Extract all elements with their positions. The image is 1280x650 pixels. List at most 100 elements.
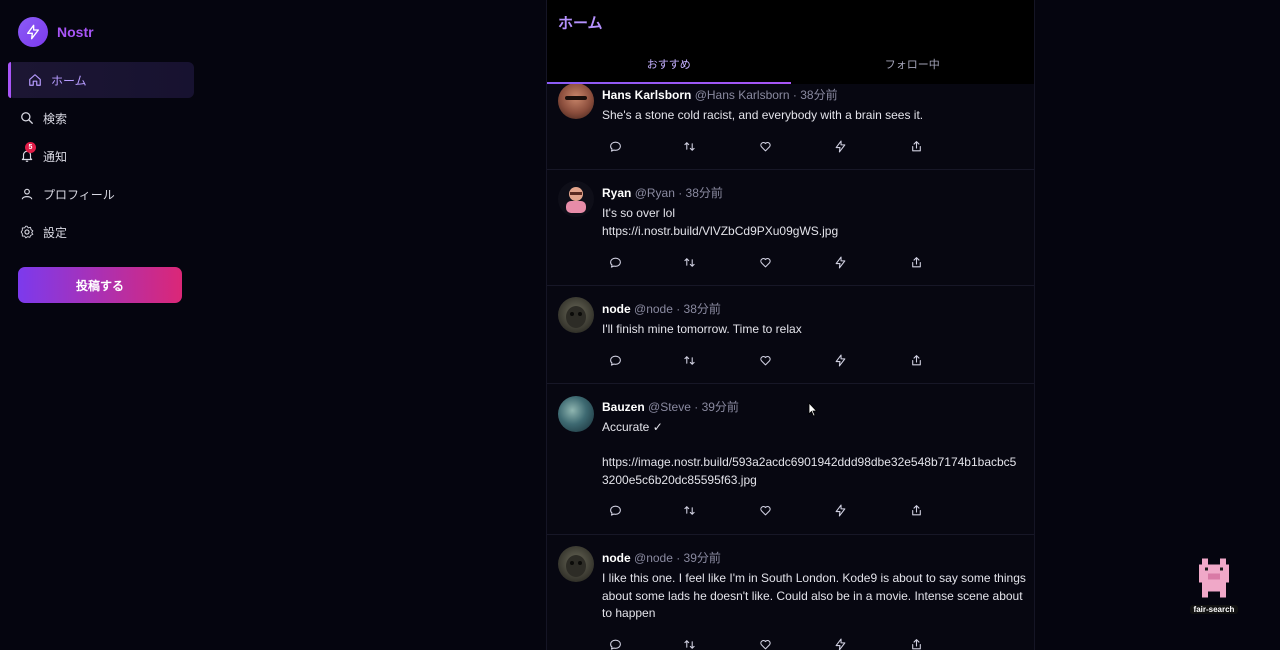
post-author[interactable]: node [602, 302, 631, 316]
zap-button[interactable] [831, 635, 849, 650]
repost-button[interactable] [680, 351, 698, 369]
comment-icon [609, 141, 621, 152]
tab-recommended[interactable]: おすすめ [547, 44, 791, 84]
avatar[interactable] [558, 83, 594, 119]
post-text-line [602, 437, 1027, 455]
share-button[interactable] [907, 635, 925, 650]
user-icon [20, 187, 34, 201]
brand[interactable]: Nostr [18, 17, 94, 47]
sidebar: Nostr ホーム 検索 5 通知 プロフィール 設定 投稿する [0, 0, 210, 650]
like-button[interactable] [756, 501, 774, 519]
bell-icon: 5 [20, 142, 36, 163]
share-button[interactable] [907, 501, 925, 519]
comment-icon [609, 639, 621, 650]
page-title: ホーム [558, 15, 603, 32]
post-actions [602, 253, 932, 271]
post-content: Accurate ✓ https://image.nostr.build/593… [602, 419, 1027, 489]
post[interactable]: node @node · 38分前 I'll finish mine tomor… [547, 286, 1034, 384]
reply-button[interactable] [606, 635, 624, 650]
like-button[interactable] [756, 137, 774, 155]
post-actions [602, 635, 932, 650]
reply-button[interactable] [606, 253, 624, 271]
feed: ホーム おすすめ フォロー中 Hans Karlsborn @Hans Karl… [546, 0, 1035, 650]
like-button[interactable] [756, 635, 774, 650]
repost-button[interactable] [680, 501, 698, 519]
repost-icon [683, 355, 695, 365]
post-content: I'll finish mine tomorrow. Time to relax [602, 321, 1027, 339]
post-content: It's so over lol https://i.nostr.build/V… [602, 205, 1027, 240]
post-meta: @node · 38分前 [634, 302, 721, 316]
feed-tabs: おすすめ フォロー中 [547, 44, 1034, 84]
repost-icon [683, 257, 695, 267]
sidebar-item-profile[interactable]: プロフィール [8, 176, 194, 212]
reply-button[interactable] [606, 501, 624, 519]
fair-search-widget[interactable]: fair-search [1190, 558, 1238, 614]
post-actions [602, 351, 932, 369]
post-text-line: I like this one. I feel like I'm in Sout… [602, 571, 1026, 585]
post[interactable]: node @node · 39分前 I like this one. I fee… [547, 535, 1034, 650]
repost-button[interactable] [680, 137, 698, 155]
search-icon [20, 111, 34, 125]
share-icon [911, 256, 921, 267]
post-author[interactable]: Hans Karlsborn [602, 88, 691, 102]
avatar[interactable] [558, 396, 594, 432]
share-button[interactable] [907, 137, 925, 155]
reply-button[interactable] [606, 137, 624, 155]
share-icon [911, 140, 921, 151]
zap-icon [835, 354, 845, 366]
post[interactable]: Hans Karlsborn @Hans Karlsborn · 38分前 Sh… [547, 70, 1034, 170]
zap-button[interactable] [831, 137, 849, 155]
post-author[interactable]: Ryan [602, 186, 631, 200]
sidebar-item-label: ホーム [51, 73, 87, 88]
home-icon [28, 73, 42, 87]
sidebar-item-search[interactable]: 検索 [8, 100, 194, 136]
sidebar-item-label: 検索 [43, 111, 68, 126]
post[interactable]: Bauzen @Steve · 39分前 Accurate ✓ https://… [547, 384, 1034, 535]
sidebar-nav: ホーム 検索 5 通知 プロフィール 設定 [8, 62, 194, 252]
gear-icon [20, 225, 34, 239]
post-meta: @Hans Karlsborn · 38分前 [694, 88, 838, 102]
share-button[interactable] [907, 253, 925, 271]
sidebar-item-label: プロフィール [43, 187, 115, 202]
post-content: She's a stone cold racist, and everybody… [602, 107, 1027, 125]
pixel-pig-icon [1199, 558, 1229, 598]
post-link[interactable]: https://image.nostr.build/593a2acdc69019… [602, 454, 1027, 472]
like-button[interactable] [756, 253, 774, 271]
post-button[interactable]: 投稿する [18, 267, 182, 303]
zap-button[interactable] [831, 351, 849, 369]
sidebar-item-settings[interactable]: 設定 [8, 214, 194, 250]
widget-label: fair-search [1190, 605, 1238, 614]
lightning-logo-icon [18, 17, 48, 47]
share-icon [911, 354, 921, 365]
repost-button[interactable] [680, 253, 698, 271]
post[interactable]: Ryan @Ryan · 38分前 It's so over lol https… [547, 170, 1034, 286]
comment-icon [609, 505, 621, 516]
post-author[interactable]: node [602, 551, 631, 565]
tab-following[interactable]: フォロー中 [791, 44, 1035, 84]
post-text-line: to happen [602, 606, 656, 620]
post-link[interactable]: 3200e5c6b20dc85595f63.jpg [602, 472, 1027, 490]
reply-button[interactable] [606, 351, 624, 369]
zap-button[interactable] [831, 501, 849, 519]
like-button[interactable] [756, 351, 774, 369]
zap-button[interactable] [831, 253, 849, 271]
share-button[interactable] [907, 351, 925, 369]
heart-icon [759, 141, 771, 151]
heart-icon [759, 639, 771, 649]
feed-header: ホーム おすすめ フォロー中 [547, 0, 1034, 84]
zap-icon [835, 638, 845, 650]
sidebar-item-label: 通知 [43, 149, 68, 164]
avatar[interactable] [558, 297, 594, 333]
avatar[interactable] [558, 546, 594, 582]
post-meta: @Steve · 39分前 [648, 400, 739, 414]
post-link[interactable]: https://i.nostr.build/VlVZbCd9PXu09gWS.j… [602, 223, 1027, 241]
app-name: Nostr [57, 24, 94, 40]
sidebar-item-notifications[interactable]: 5 通知 [8, 138, 194, 174]
repost-button[interactable] [680, 635, 698, 650]
post-author[interactable]: Bauzen [602, 400, 645, 414]
sidebar-item-home[interactable]: ホーム [8, 62, 194, 98]
heart-icon [759, 257, 771, 267]
comment-icon [609, 355, 621, 366]
repost-icon [683, 141, 695, 151]
avatar[interactable] [558, 181, 594, 217]
